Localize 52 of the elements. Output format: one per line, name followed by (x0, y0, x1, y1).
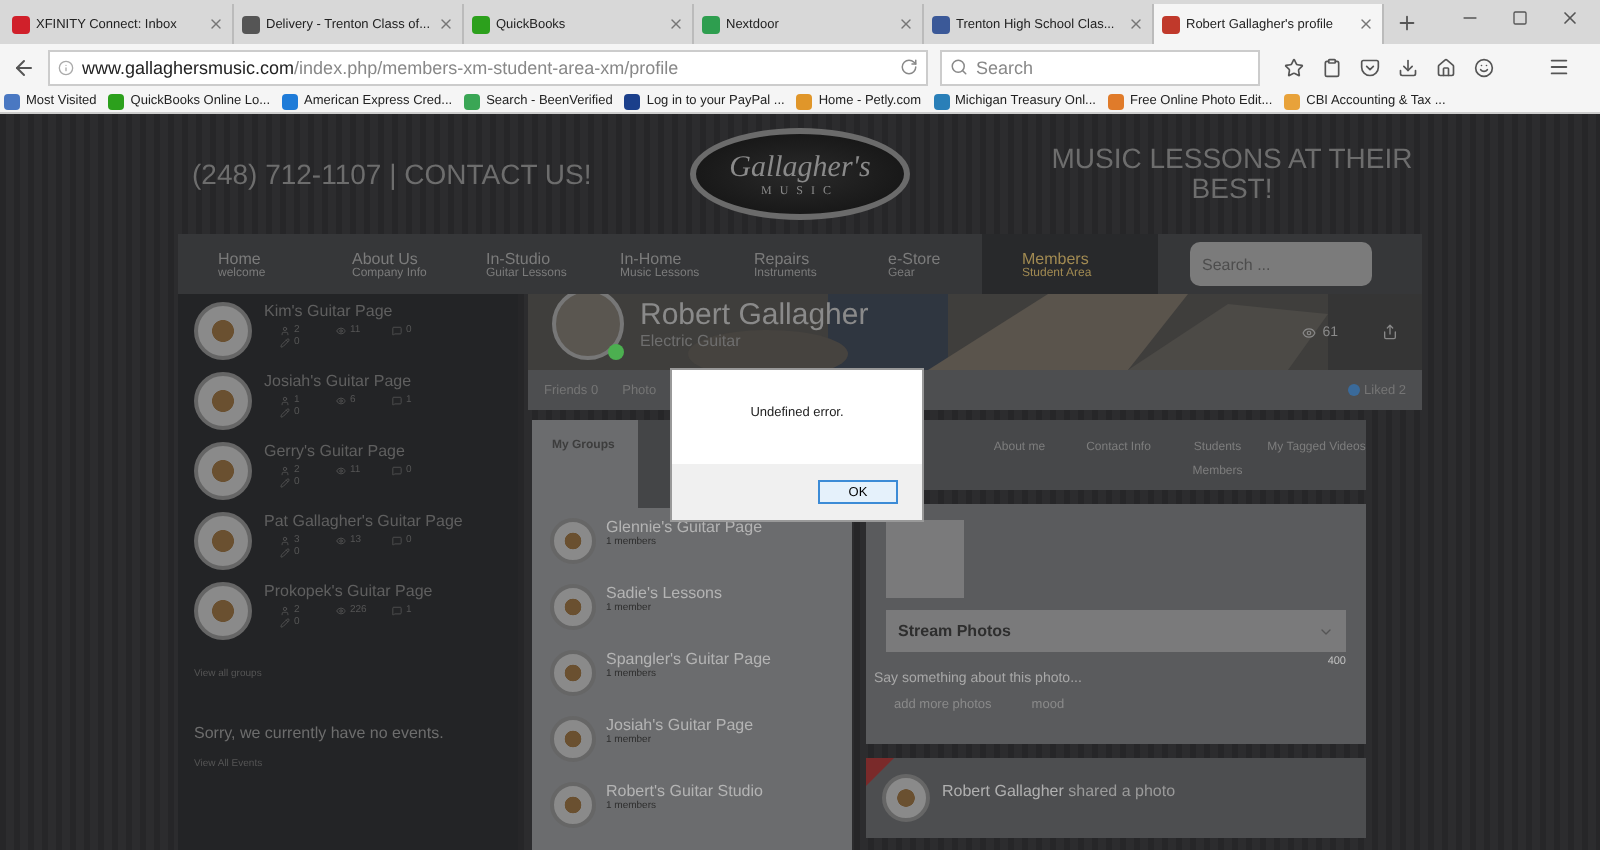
group-avatar (550, 716, 596, 762)
group-link[interactable]: Sadie's Lessons (606, 584, 723, 602)
group-link[interactable]: Josiah's Guitar Page (264, 372, 502, 392)
download-icon[interactable] (1398, 56, 1418, 78)
share-icon[interactable] (1382, 324, 1398, 340)
close-icon[interactable] (1358, 16, 1374, 32)
star-icon[interactable] (1284, 56, 1304, 78)
tagline: MUSIC LESSONS AT THEIR BEST! (1049, 144, 1415, 204)
close-icon[interactable] (208, 16, 224, 32)
album-select[interactable]: Stream Photos (886, 610, 1346, 652)
profile-name: Robert Gallagher (640, 298, 869, 332)
close-icon[interactable] (668, 16, 684, 32)
group-link[interactable]: Glennie's Guitar Page (606, 518, 763, 536)
menu-icon[interactable] (1548, 56, 1570, 78)
group-link[interactable]: Spangler's Guitar Page (606, 650, 771, 668)
author-avatar (882, 774, 930, 822)
group-link[interactable]: Gerry's Guitar Page (264, 442, 502, 462)
clipboard-icon[interactable] (1322, 56, 1342, 78)
contact-link[interactable]: CONTACT US! (404, 158, 592, 190)
group-avatar (550, 782, 596, 828)
group-link[interactable]: Prokopek's Guitar Page (264, 582, 502, 602)
group-avatar (194, 582, 252, 640)
close-icon[interactable] (1560, 7, 1580, 27)
author-link[interactable]: Robert Gallagher (942, 782, 1064, 800)
group-avatar (194, 372, 252, 430)
no-events-text: Sorry, we currently have no events. (194, 724, 446, 742)
group-link[interactable]: Pat Gallagher's Guitar Page (264, 512, 502, 532)
reload-icon[interactable] (900, 58, 918, 76)
group-link[interactable]: Kim's Guitar Page (264, 302, 502, 322)
activity-text: Robert Gallagher shared a photo (942, 782, 1176, 804)
group-avatar (550, 650, 596, 696)
group-avatar (194, 442, 252, 500)
phone-number: (248) 712-1107 | CONTACT US! (190, 158, 594, 190)
group-avatar (550, 584, 596, 630)
smile-icon[interactable] (1474, 56, 1494, 78)
pocket-icon[interactable] (1360, 56, 1380, 78)
group-avatar (194, 512, 252, 570)
back-button[interactable] (12, 55, 36, 79)
close-icon[interactable] (898, 16, 914, 32)
group-link[interactable]: Robert's Guitar Studio (606, 782, 763, 800)
address-field[interactable]: www.gallaghersmusic.com/index.php/members-xm-student-area-xm/profile (48, 49, 928, 85)
search-icon (950, 58, 968, 76)
new-tab-button[interactable] (1396, 11, 1418, 33)
group-link[interactable]: Josiah's Guitar Page (606, 716, 754, 734)
home-icon[interactable] (1436, 56, 1456, 78)
group-avatar (550, 518, 596, 564)
close-icon[interactable] (438, 16, 454, 32)
group-avatar (194, 302, 252, 360)
info-icon[interactable] (58, 59, 74, 75)
search-field[interactable]: Search (940, 49, 1260, 85)
close-icon[interactable] (1128, 16, 1144, 32)
maximize-icon[interactable] (1512, 7, 1528, 27)
